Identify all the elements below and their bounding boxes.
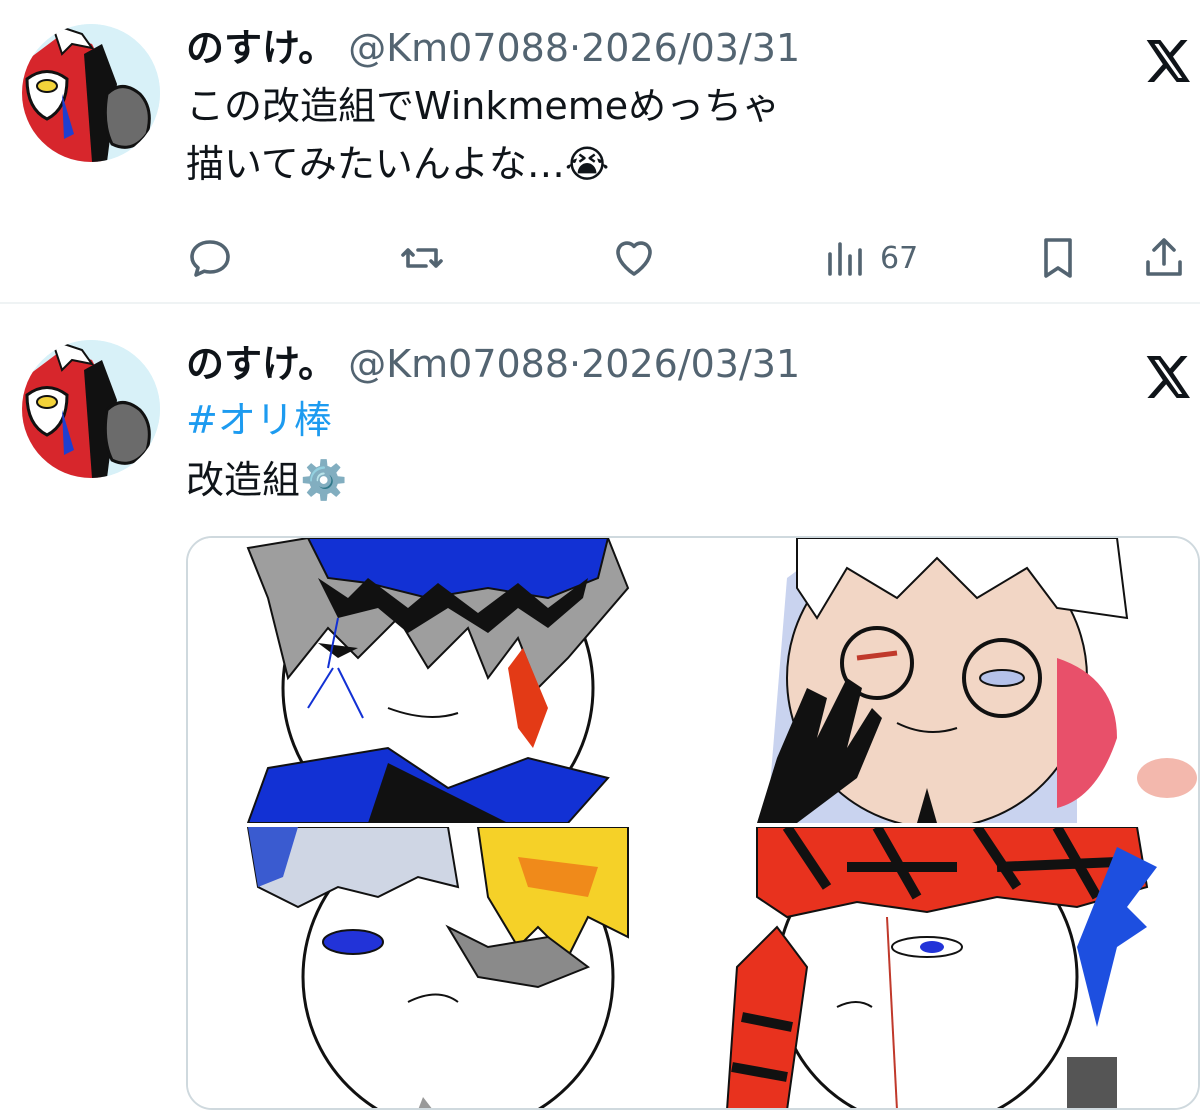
reply-icon: [190, 240, 230, 277]
author-name[interactable]: のすけ。: [186, 26, 336, 70]
tweet-text-line-2: 描いてみたいんよな…😭: [186, 142, 610, 186]
author-name[interactable]: のすけ。: [186, 342, 336, 386]
avatar[interactable]: [22, 340, 160, 478]
like-button[interactable]: [610, 234, 658, 282]
media-image-4[interactable]: [697, 827, 1198, 1108]
tweet-date[interactable]: 2026/03/31: [581, 26, 800, 70]
hashtag-link[interactable]: #オリ棒: [186, 394, 332, 446]
views-count: 67: [880, 240, 919, 276]
media-image-2[interactable]: [697, 538, 1198, 823]
avatar[interactable]: [22, 24, 160, 162]
media-image-1[interactable]: [188, 538, 693, 823]
reply-button[interactable]: [186, 234, 234, 282]
tweet-header: のすけ。 @Km07088·2026/03/31: [186, 338, 800, 390]
share-button[interactable]: [1140, 234, 1188, 282]
action-bar: 67: [0, 228, 1200, 288]
heart-icon: [616, 241, 652, 276]
separator: ·: [569, 26, 582, 70]
tweet-text-line-1: この改造組でWinkmemeめっちゃ: [186, 84, 781, 128]
repost-button[interactable]: [398, 234, 446, 282]
x-logo-icon[interactable]: [1146, 40, 1192, 82]
tweet-header: のすけ。 @Km07088·2026/03/31: [186, 22, 800, 74]
author-handle[interactable]: @Km07088: [348, 342, 569, 386]
x-logo-icon[interactable]: [1146, 356, 1192, 398]
views-button[interactable]: 67: [822, 234, 918, 282]
share-icon: [1146, 238, 1182, 276]
bookmark-icon: [1044, 238, 1072, 278]
media-grid: [186, 536, 1200, 1110]
tweet-1: のすけ。 @Km07088·2026/03/31 この改造組でWinkmemeめ…: [0, 16, 1200, 316]
bookmark-button[interactable]: [1034, 234, 1082, 282]
repost-icon: [401, 248, 443, 268]
tweet-divider: [0, 302, 1200, 304]
tweet-text-line-2: 改造組⚙️: [186, 458, 348, 502]
author-handle[interactable]: @Km07088: [348, 26, 569, 70]
tweet-date[interactable]: 2026/03/31: [581, 342, 800, 386]
separator: ·: [569, 342, 582, 386]
views-icon: [828, 242, 862, 276]
media-image-3[interactable]: [188, 827, 693, 1108]
